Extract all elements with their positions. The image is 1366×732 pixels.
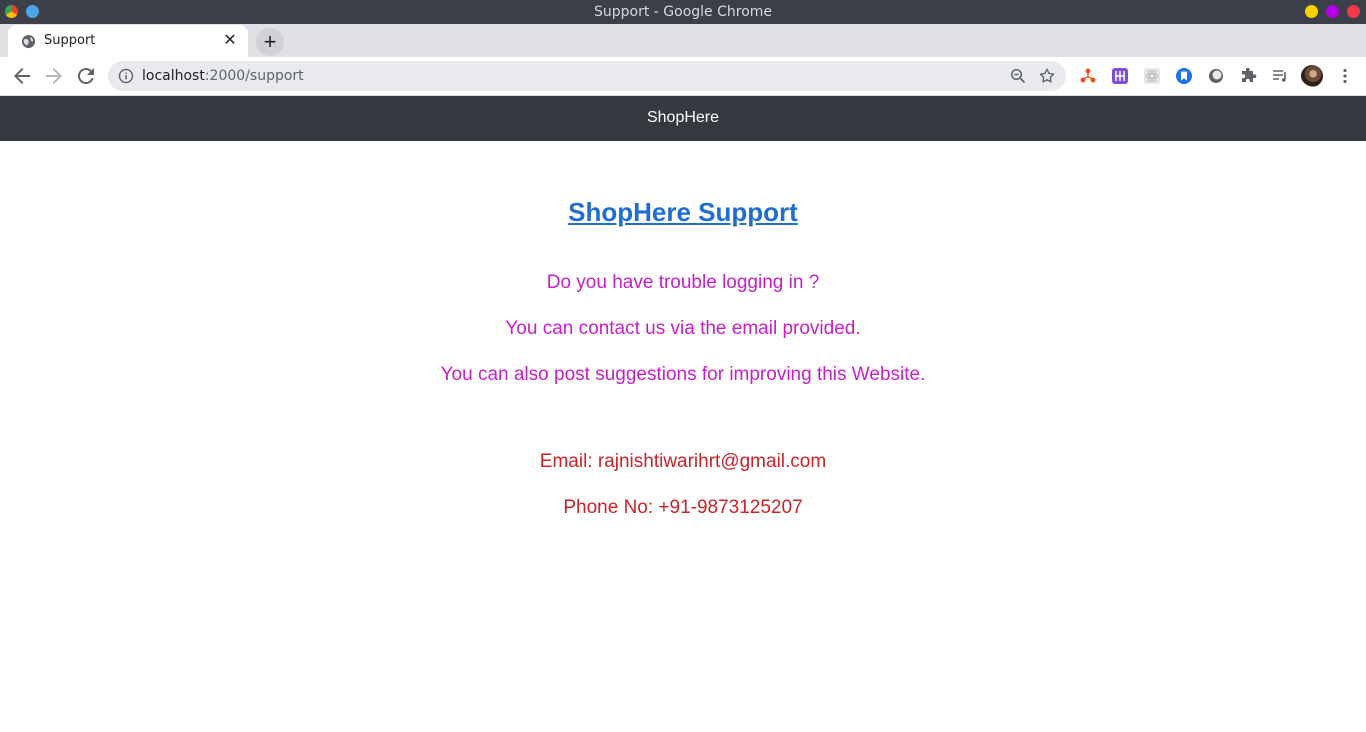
new-tab-button[interactable]: + xyxy=(256,28,284,56)
support-message: You can contact us via the email provide… xyxy=(505,318,861,339)
tab-support[interactable]: Support ✕ xyxy=(8,25,248,57)
extension-circle-icon[interactable] xyxy=(1207,67,1225,85)
forward-arrow-icon[interactable] xyxy=(42,64,66,88)
contact-phone: Phone No: +91-9873125207 xyxy=(563,497,803,518)
close-tab-icon[interactable]: ✕ xyxy=(220,31,240,51)
browser-toolbar: localhost:2000/support xyxy=(0,57,1366,96)
info-icon[interactable] xyxy=(118,68,134,84)
extensions-puzzle-icon[interactable] xyxy=(1239,67,1257,85)
support-message: Do you have trouble logging in ? xyxy=(546,272,820,293)
minimize-button[interactable] xyxy=(1305,5,1318,18)
zoom-icon[interactable] xyxy=(1010,68,1026,84)
window-title-bar: Support - Google Chrome xyxy=(0,0,1366,24)
tab-title: Support xyxy=(44,33,96,48)
extension-react-icon[interactable] xyxy=(1143,67,1161,85)
maximize-button[interactable] xyxy=(1326,5,1339,18)
back-arrow-icon[interactable] xyxy=(10,64,34,88)
reload-icon[interactable] xyxy=(74,64,98,88)
support-heading-link[interactable]: ShopHere Support xyxy=(568,197,798,227)
url-path: :2000/support xyxy=(204,68,304,84)
page-title: ShopHere Support xyxy=(0,197,1366,228)
support-message: You can also post suggestions for improv… xyxy=(440,364,926,385)
address-bar[interactable]: localhost:2000/support xyxy=(108,61,1066,91)
contact-email: Email: rajnishtiwarihrt@gmail.com xyxy=(539,451,827,472)
close-window-button[interactable] xyxy=(1347,5,1360,18)
extension-grid-icon[interactable] xyxy=(1111,67,1129,85)
window-title: Support - Google Chrome xyxy=(593,4,773,20)
site-brand[interactable]: ShopHere xyxy=(0,96,1366,141)
bookmark-star-icon[interactable] xyxy=(1038,67,1056,85)
extension-bookmark-icon[interactable] xyxy=(1175,67,1193,85)
window-controls xyxy=(1305,5,1360,18)
url-host: localhost xyxy=(142,68,205,84)
media-queue-icon[interactable] xyxy=(1271,67,1289,85)
extension-network-icon[interactable] xyxy=(1079,67,1097,85)
profile-avatar[interactable] xyxy=(1301,65,1323,87)
url-text[interactable]: localhost:2000/support xyxy=(142,68,304,84)
more-menu-icon[interactable] xyxy=(1336,67,1354,85)
tab-strip: Support ✕ + xyxy=(0,24,1366,57)
site-navbar: ShopHere xyxy=(0,96,1366,141)
globe-icon xyxy=(21,34,36,49)
